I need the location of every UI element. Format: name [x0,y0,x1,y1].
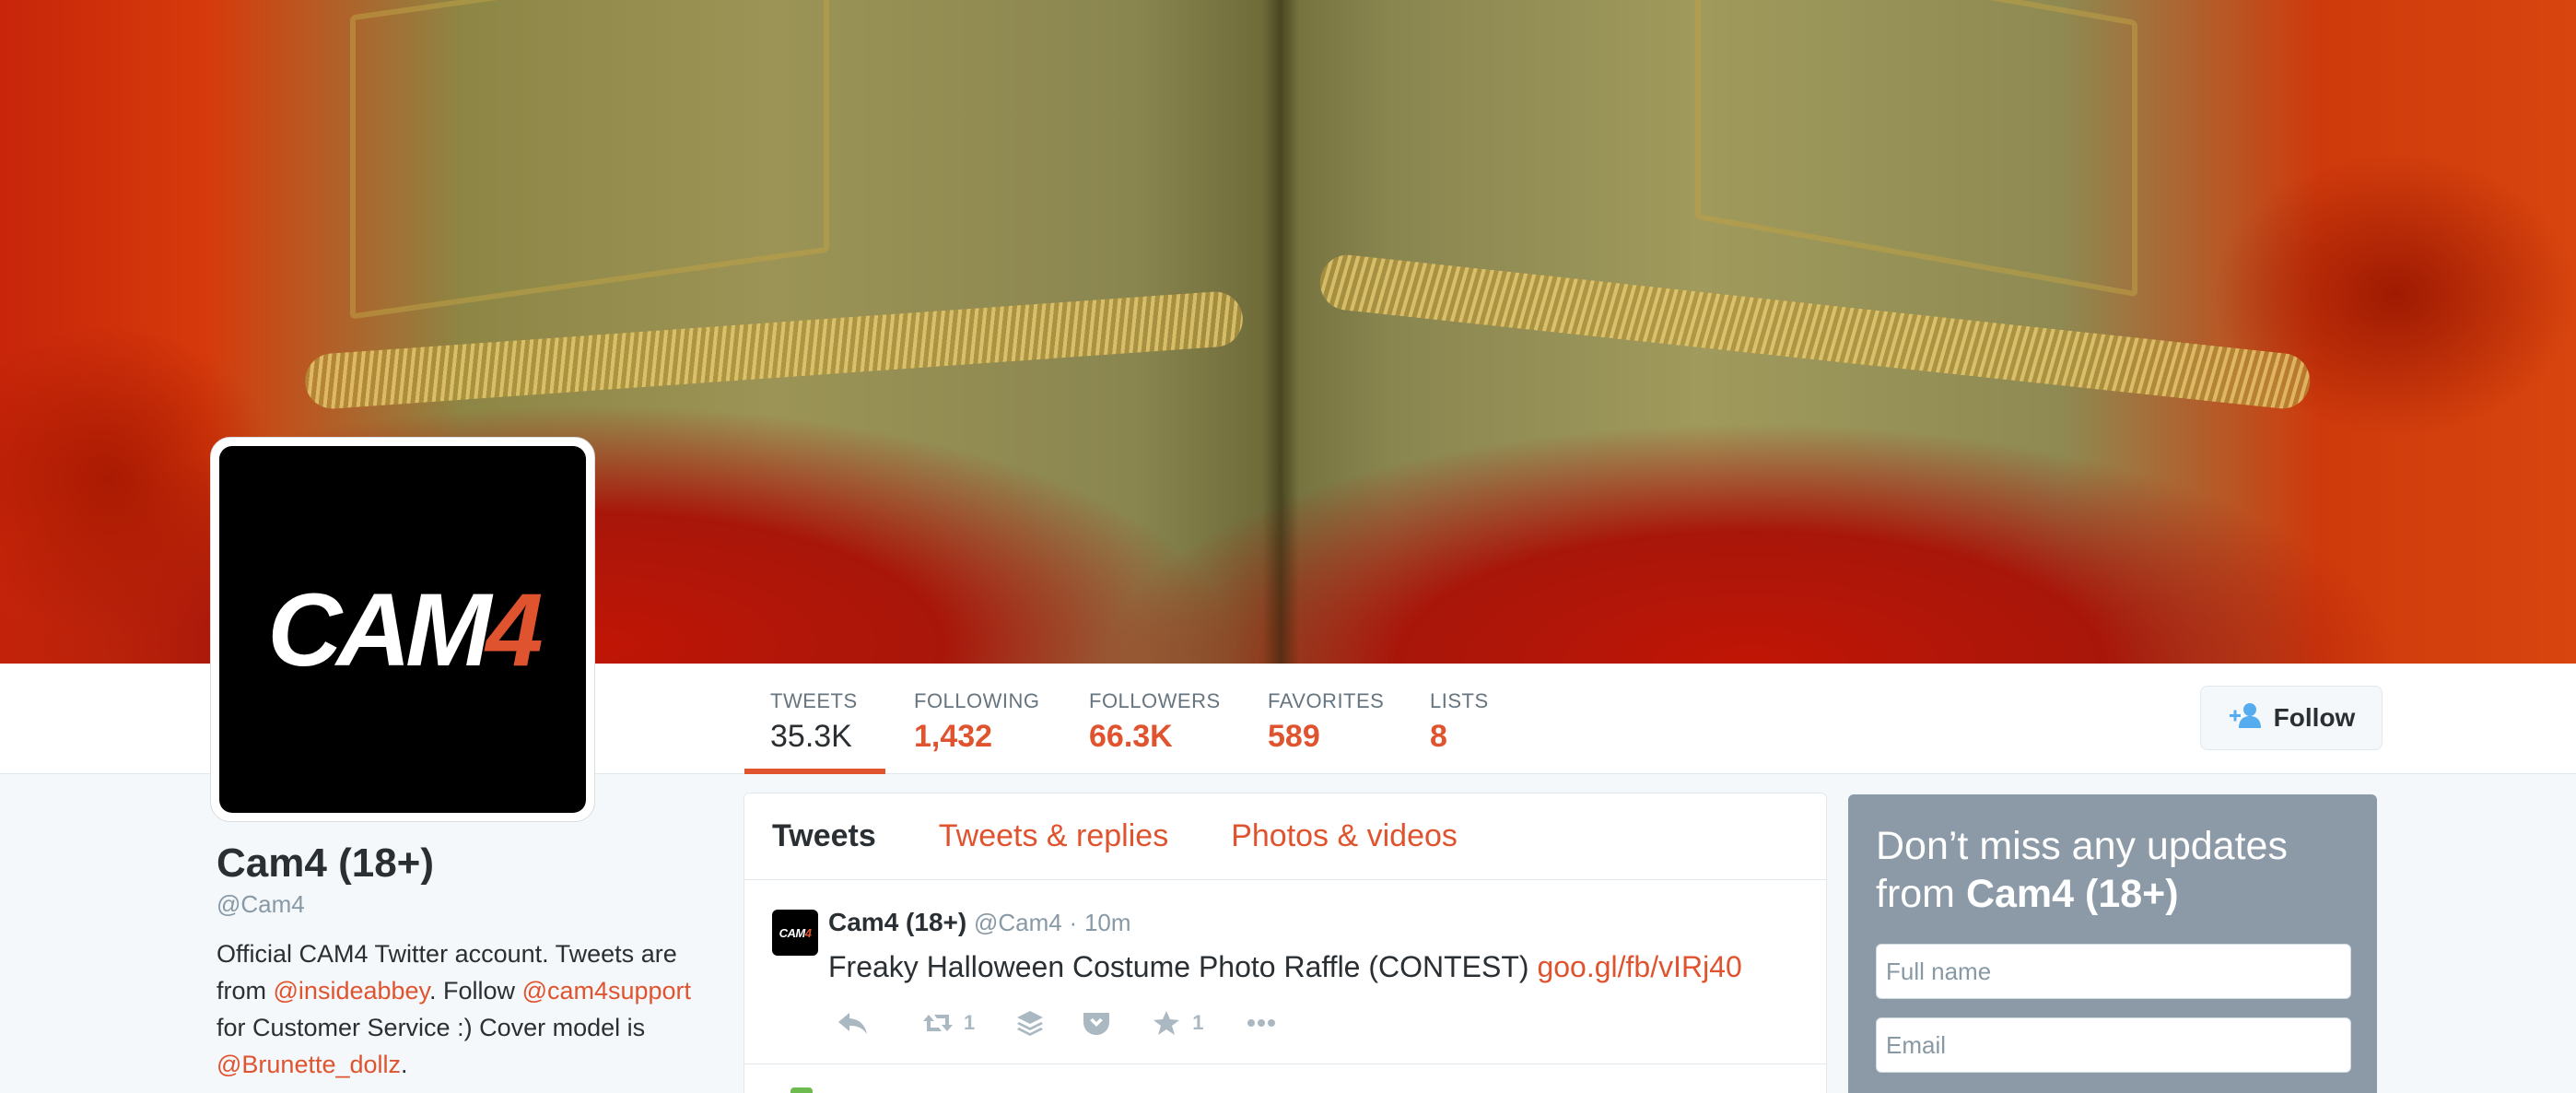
tab-tweets[interactable]: Tweets [772,818,876,854]
tweet[interactable]: CAM 4 Cam4 (18+) @Cam4 · 10m Freaky Hallo… [744,880,1826,1064]
tweet-text: Freaky Halloween Costume Photo Raffle (C… [828,950,1742,984]
reply-icon [838,1013,867,1034]
stat-value: 1,432 [914,719,993,754]
avatar-logo-background: CAM4 [219,446,586,813]
logo-main-text: CAM [267,571,491,688]
stat-label: FOLLOWERS [1089,689,1221,712]
buffer-button[interactable] [1013,1009,1047,1037]
stat-value: 589 [1268,719,1320,754]
tweet-author-name[interactable]: Cam4 (18+) [828,908,966,936]
banner-pocket-left [350,0,829,320]
stat-label: TWEETS [770,689,858,712]
cam4-logo: CAM4 [267,570,543,689]
tweet-avatar-accent: 4 [804,925,812,940]
tab-photos-videos[interactable]: Photos & videos [1231,818,1458,854]
bio-text: . [401,1051,408,1078]
tweet-author-handle[interactable]: @Cam4 [974,909,1062,936]
retweet-count: 1 [964,1011,976,1034]
banner-fray-left [303,289,1245,411]
more-button[interactable] [1245,1009,1278,1037]
stat-value: 35.3K [770,719,852,754]
next-tweet-avatar [790,1087,813,1093]
follow-button-label: Follow [2273,703,2356,732]
signup-title-name: Cam4 (18+) [1965,872,2179,916]
email-input[interactable] [1876,1017,2351,1073]
banner-pocket-right [1695,0,2137,298]
full-name-input[interactable] [1876,944,2351,999]
tweet-actions: 1 1 [837,1009,1278,1037]
more-dots-icon [1247,1019,1275,1027]
profile-bio: Official CAM4 Twitter account. Tweets ar… [217,935,696,1083]
stat-label: FOLLOWING [914,689,1040,712]
stat-following[interactable]: FOLLOWING 1,432 [914,689,1040,774]
star-icon [1153,1011,1180,1035]
layers-icon [1017,1011,1044,1036]
follow-button[interactable]: Follow [2200,686,2383,750]
timeline: Tweets Tweets & replies Photos & videos … [744,793,1827,1093]
favorite-button[interactable]: 1 [1150,1009,1204,1037]
stat-value: 8 [1430,719,1447,754]
stat-label: LISTS [1430,689,1489,712]
signup-module: Don’t miss any updates from Cam4 (18+) [1848,794,2377,1093]
bio-text: . Follow [429,977,522,1005]
logo-accent-text: 4 [486,571,543,688]
tab-tweets-replies[interactable]: Tweets & replies [939,818,1168,854]
bio-mention-link[interactable]: @insideabbey [274,977,430,1005]
banner-seam [1262,0,1299,664]
profile-avatar[interactable]: CAM4 [210,437,595,822]
stat-value: 66.3K [1089,719,1173,754]
tweet-link[interactable]: goo.gl/fb/vIRj40 [1537,950,1741,983]
add-user-icon [2228,702,2263,735]
pocket-icon [1083,1013,1110,1035]
tweet-header: Cam4 (18+) @Cam4 · 10m [828,908,1131,937]
bio-mention-link[interactable]: @Brunette_dollz [217,1051,401,1078]
reply-button[interactable] [837,1009,870,1037]
stat-lists[interactable]: LISTS 8 [1430,689,1489,774]
bio-text: for Customer Service :) Cover model is [217,1014,646,1041]
signup-title: Don’t miss any updates from Cam4 (18+) [1876,822,2349,918]
timeline-tabs: Tweets Tweets & replies Photos & videos [744,793,1826,880]
stat-label: FAVORITES [1268,689,1385,712]
tweet-timestamp[interactable]: 10m [1084,909,1131,936]
retweet-icon [923,1015,953,1031]
profile-handle[interactable]: @Cam4 [217,890,305,919]
tweet-body: Freaky Halloween Costume Photo Raffle (C… [828,950,1538,983]
bio-mention-link[interactable]: @cam4support [522,977,692,1005]
tweet-avatar-main: CAM [779,925,806,940]
profile-display-name[interactable]: Cam4 (18+) [217,840,434,887]
pocket-button[interactable] [1080,1009,1113,1037]
stat-favorites[interactable]: FAVORITES 589 [1268,689,1384,774]
retweet-button[interactable]: 1 [921,1009,975,1037]
banner-fray-right [1317,252,2313,412]
tweet-separator: · [1069,909,1078,936]
stat-followers[interactable]: FOLLOWERS 66.3K [1089,689,1221,774]
stat-tweets[interactable]: TWEETS 35.3K [744,689,885,774]
favorite-count: 1 [1192,1011,1204,1034]
tweet-avatar[interactable]: CAM 4 [772,910,818,956]
